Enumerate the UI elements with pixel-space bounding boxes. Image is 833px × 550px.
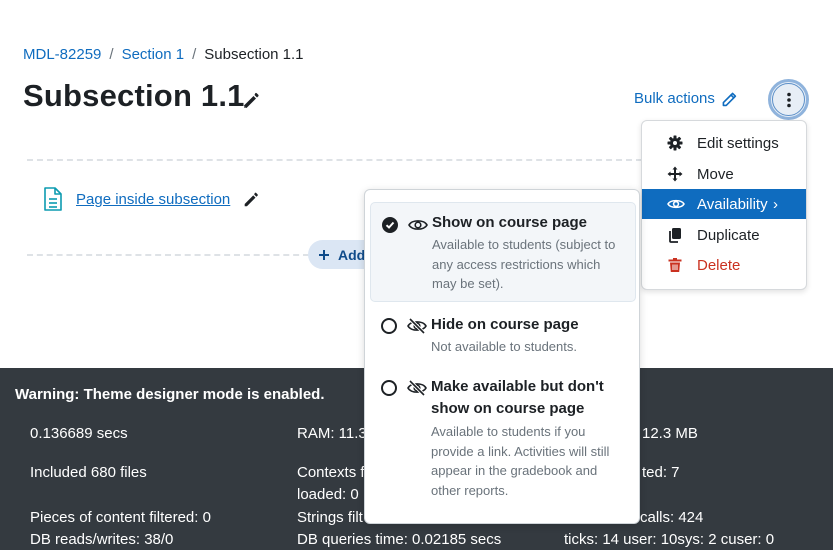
radio-unchecked[interactable] — [381, 380, 397, 396]
availability-option-title: Make available but don't show on course … — [431, 378, 604, 417]
perf-filtered: Pieces of content filtered: 0 — [30, 509, 211, 526]
page-title: Subsection 1.1 — [23, 78, 245, 113]
perf-ram: RAM: 11.3 — [297, 425, 367, 442]
action-menu: Edit settings Move Availability › Duplic… — [641, 120, 807, 290]
breadcrumb-section-link[interactable]: Section 1 — [122, 46, 185, 63]
menu-item-label: Edit settings — [697, 134, 779, 152]
perf-strings: Strings filt — [297, 509, 363, 526]
radio-unchecked[interactable] — [381, 318, 397, 334]
menu-item-duplicate[interactable]: Duplicate — [642, 220, 806, 250]
radio-checked[interactable] — [382, 217, 398, 233]
perf-calls: calls: 424 — [640, 509, 704, 526]
breadcrumb: MDL-82259 / Section 1 / Subsection 1.1 — [23, 46, 304, 63]
availability-option-description: Not available to students. — [431, 339, 577, 354]
availability-option-description: Available to students if you provide a l… — [431, 424, 610, 498]
breadcrumb-current: Subsection 1.1 — [204, 46, 304, 63]
menu-item-label: Availability — [697, 195, 768, 213]
availability-option-stealth[interactable]: Make available but don't show on course … — [370, 376, 636, 501]
perf-contexts-loaded: loaded: 0 — [297, 486, 359, 503]
pencil-icon[interactable] — [241, 90, 261, 110]
perf-secs: 0.136689 secs — [30, 425, 128, 442]
menu-item-label: Move — [697, 165, 734, 183]
breadcrumb-separator: / — [192, 46, 197, 63]
perf-db-reads: DB reads/writes: 38/0 — [30, 531, 174, 548]
availability-option-description: Available to students (subject to any ac… — [432, 237, 616, 291]
move-arrows-icon — [667, 166, 683, 182]
add-content-label: Add — [338, 246, 366, 263]
section-divider — [27, 159, 642, 161]
theme-designer-warning: Warning: Theme designer mode is enabled. — [15, 386, 325, 403]
trash-icon — [668, 258, 682, 272]
availability-option-title: Hide on course page — [431, 316, 579, 333]
breadcrumb-course-link[interactable]: MDL-82259 — [23, 46, 101, 63]
activity-row: Page inside subsection — [42, 186, 260, 212]
pencil-icon — [722, 92, 737, 106]
chevron-right-icon: › — [773, 195, 778, 213]
menu-item-label: Duplicate — [697, 226, 760, 244]
availability-option-hide[interactable]: Hide on course page Not available to stu… — [370, 314, 636, 358]
perf-peak-ram: 12.3 MB — [642, 425, 698, 442]
perf-contexts-right: ted: 7 — [642, 464, 680, 481]
menu-item-delete[interactable]: Delete — [642, 250, 806, 280]
availability-submenu: Show on course page Available to student… — [364, 189, 640, 524]
breadcrumb-separator: / — [109, 46, 114, 63]
eye-icon — [408, 220, 428, 230]
section-divider — [27, 254, 309, 256]
menu-item-availability[interactable]: Availability › — [642, 189, 806, 219]
pencil-icon[interactable] — [242, 190, 260, 208]
eye-slash-icon — [407, 380, 427, 396]
eye-slash-icon — [407, 318, 427, 334]
kebab-menu-icon — [786, 92, 791, 107]
menu-item-label: Delete — [697, 256, 741, 274]
plus-icon — [319, 249, 329, 260]
menu-item-move[interactable]: Move — [642, 159, 806, 189]
menu-item-edit-settings[interactable]: Edit settings — [642, 128, 806, 158]
more-actions-button[interactable] — [768, 79, 809, 120]
perf-ticks: ticks: 14 user: 10sys: 2 cuser: 0 — [564, 531, 775, 548]
availability-option-title: Show on course page — [432, 214, 588, 231]
page-file-icon — [44, 187, 62, 211]
bulk-actions-label: Bulk actions — [634, 90, 715, 107]
activity-link[interactable]: Page inside subsection — [76, 191, 230, 208]
availability-option-show[interactable]: Show on course page Available to student… — [370, 202, 636, 302]
check-icon — [385, 221, 395, 229]
perf-contexts: Contexts f — [297, 464, 365, 481]
bulk-actions-button[interactable]: Bulk actions — [634, 90, 737, 107]
perf-db-time: DB queries time: 0.02185 secs — [297, 531, 502, 548]
copy-icon — [669, 228, 681, 243]
eye-icon — [667, 199, 685, 209]
gear-icon — [667, 135, 683, 151]
perf-included-files: Included 680 files — [30, 464, 147, 481]
